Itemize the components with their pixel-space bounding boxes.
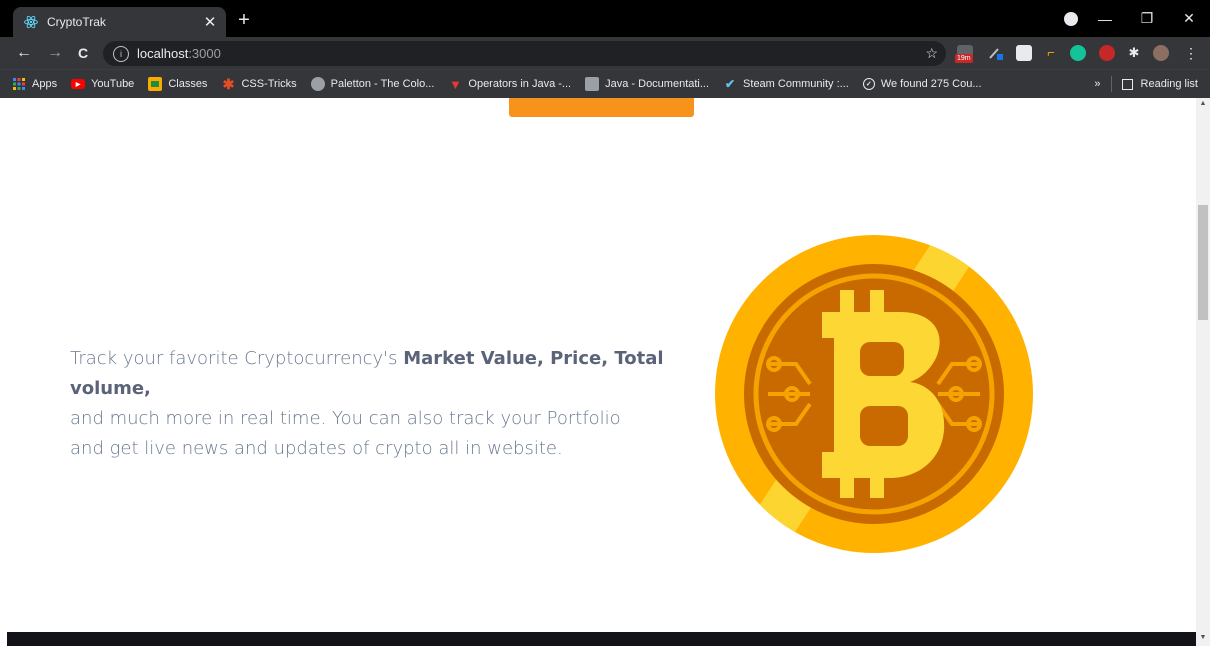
ublock-icon[interactable] <box>1099 45 1115 61</box>
bookmark-label: Steam Community :... <box>743 78 849 90</box>
bookmark-paletton[interactable]: Paletton - The Colo... <box>310 77 435 91</box>
scroll-up-arrow-icon[interactable]: ▲ <box>1196 100 1210 110</box>
hero-description: Track your favorite Cryptocurrency's Mar… <box>70 344 690 464</box>
address-bar[interactable]: i localhost:3000 ☆ <box>103 41 946 66</box>
page-scrollbar[interactable]: ▲ ▼ <box>1196 98 1210 646</box>
browser-toolbar: ← → C i localhost:3000 ☆ 19m ⌐ ✱ ⋮ <box>0 37 1210 69</box>
profile-avatar-icon[interactable] <box>1153 45 1169 61</box>
reading-list-button[interactable]: Reading list <box>1141 78 1198 90</box>
check-circle-icon: ✓ <box>862 78 875 90</box>
bookmark-label: We found 275 Cou... <box>880 78 982 90</box>
more-bookmarks-button[interactable]: » <box>1094 78 1100 90</box>
hero-text-line2: and much more in real time. You can also… <box>70 408 621 429</box>
reload-button[interactable]: C <box>72 42 94 64</box>
window-controls: — ❐ ✕ <box>1084 0 1210 37</box>
browser-menu-icon[interactable]: ⋮ <box>1183 45 1199 61</box>
bitcoin-coin-icon <box>715 235 1033 553</box>
cta-button[interactable] <box>509 98 694 117</box>
bookmark-operators-java[interactable]: ▼ Operators in Java -... <box>448 76 572 92</box>
v-icon: ▼ <box>448 76 462 92</box>
extension-pen-icon[interactable] <box>988 45 1004 61</box>
java-doc-icon <box>585 77 600 91</box>
extension-bracket-icon[interactable]: ⌐ <box>1043 45 1059 61</box>
apps-grid-icon <box>12 77 26 91</box>
paletton-icon <box>310 77 325 91</box>
bookmarks-right: » Reading list <box>1094 70 1198 98</box>
asterisk-icon: ✱ <box>222 75 235 92</box>
back-button[interactable]: ← <box>13 42 35 64</box>
youtube-icon: ▶ <box>71 79 86 89</box>
profile-icon[interactable] <box>1064 12 1078 26</box>
url-port: :3000 <box>188 46 221 61</box>
reading-list-icon <box>1121 78 1133 90</box>
extension-timer-icon[interactable]: 19m <box>955 45 973 63</box>
bookmark-label: YouTube <box>91 78 135 90</box>
bookmark-label: Java - Documentati... <box>605 78 710 90</box>
minimize-button[interactable]: — <box>1084 11 1126 27</box>
bookmark-label: Operators in Java -... <box>468 78 572 90</box>
bookmark-star-icon[interactable]: ☆ <box>925 45 938 62</box>
hero-text-intro: Track your favorite Cryptocurrency's <box>70 348 404 369</box>
bookmark-classes[interactable]: Classes <box>148 77 207 91</box>
forward-button[interactable]: → <box>44 42 66 64</box>
bookmark-label: Classes <box>168 78 208 90</box>
close-window-button[interactable]: ✕ <box>1168 10 1210 27</box>
hero-text-line3: and get live news and updates of crypto … <box>70 438 563 459</box>
bookmark-java-docs[interactable]: Java - Documentati... <box>585 77 709 91</box>
url-host: localhost <box>137 46 189 61</box>
scroll-thumb[interactable] <box>1198 205 1208 320</box>
bookmarks-bar: Apps ▶ YouTube Classes ✱ CSS-Tricks Pale… <box>0 69 1210 98</box>
grammarly-icon[interactable] <box>1070 45 1086 61</box>
react-icon <box>23 14 39 30</box>
tab-strip: CryptoTrak ✕ + — ❐ ✕ <box>0 0 1210 37</box>
bookmark-coupons[interactable]: ✓ We found 275 Cou... <box>862 78 982 90</box>
extensions-puzzle-icon[interactable]: ✱ <box>1126 45 1142 61</box>
restore-button[interactable]: ❐ <box>1126 10 1168 27</box>
bookmark-css-tricks[interactable]: ✱ CSS-Tricks <box>221 75 297 92</box>
bookmark-steam[interactable]: ✔ Steam Community :... <box>723 77 849 91</box>
classroom-icon <box>148 77 163 91</box>
bookmark-label: CSS-Tricks <box>241 78 297 90</box>
bookmark-youtube[interactable]: ▶ YouTube <box>71 78 134 90</box>
site-info-icon[interactable]: i <box>113 45 129 62</box>
steam-icon: ✔ <box>725 77 736 91</box>
tab-cryptotrak[interactable]: CryptoTrak ✕ <box>13 7 226 37</box>
bookmark-label: Paletton - The Colo... <box>330 78 435 90</box>
footer <box>7 632 1196 646</box>
tab-close-icon[interactable]: ✕ <box>200 13 220 31</box>
page-content: Track your favorite Cryptocurrency's Mar… <box>0 98 1196 646</box>
scroll-down-arrow-icon[interactable]: ▼ <box>1196 634 1210 644</box>
bookmark-divider <box>1110 76 1112 92</box>
bookmark-label: Apps <box>32 78 58 90</box>
new-tab-button[interactable]: + <box>233 8 255 32</box>
browser-chrome: CryptoTrak ✕ + — ❐ ✕ ← → C i localhost:3… <box>0 0 1210 98</box>
bookmark-apps[interactable]: Apps <box>12 77 57 91</box>
extension-badge: 19m <box>955 54 973 63</box>
extension-notes-icon[interactable] <box>1016 45 1032 61</box>
tab-title: CryptoTrak <box>47 15 106 29</box>
